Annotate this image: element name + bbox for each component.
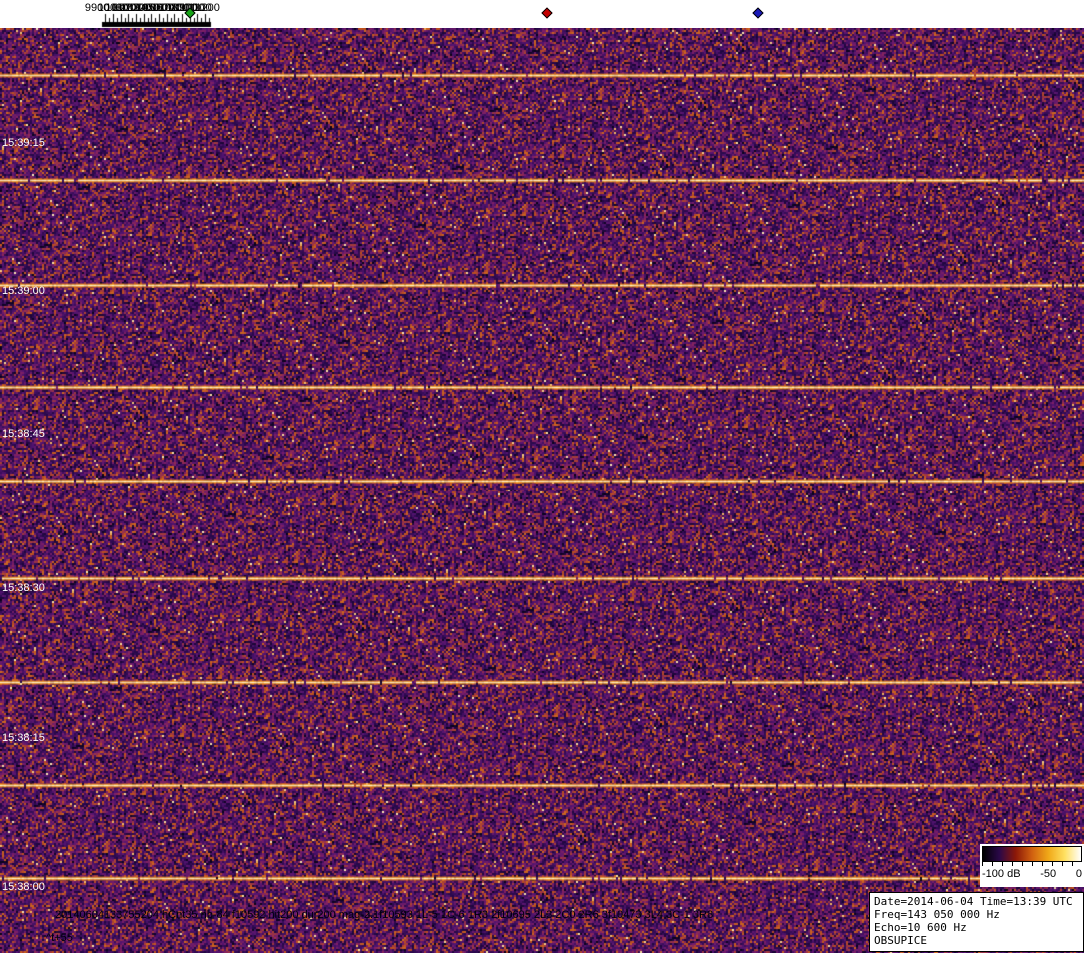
- colorbar: -100 dB -50 0: [980, 844, 1084, 887]
- info-station-line: OBSUPICE: [874, 934, 927, 947]
- cursor-readout-text: ^t+55: [46, 932, 73, 944]
- frequency-ruler[interactable]: 9900 Hz 10000 10100 10200 10300 10400 10500 106…: [0, 0, 1084, 28]
- info-date-line: Date=2014-06-04 Time=13:39 UTC: [874, 895, 1073, 908]
- blue-freq-marker[interactable]: [752, 7, 764, 19]
- detection-status-text: 20140604133755204 hCnt35 nb-84 f10592 hi…: [55, 909, 714, 921]
- colorbar-gradient: [982, 846, 1082, 862]
- red-freq-marker[interactable]: [541, 7, 553, 19]
- observation-info-box: Date=2014-06-04 Time=13:39 UTC Freq=143 …: [869, 892, 1084, 952]
- spectrogram-canvas[interactable]: [0, 28, 1084, 953]
- colorbar-min-label: -100 dB: [982, 868, 1021, 880]
- frequency-ruler-labels: 9900 Hz 10000 10100 10200 10300 10400 10500 106…: [0, 0, 1084, 28]
- colorbar-mid-label: -50: [1040, 868, 1057, 880]
- colorbar-max-label: 0: [1075, 868, 1082, 880]
- colorbar-ticks: [982, 862, 1082, 866]
- meteor-echo-spectrogram-window: 9900 Hz 10000 10100 10200 10300 10400 10500 106…: [0, 0, 1084, 953]
- colorbar-labels: -100 dB -50 0: [982, 868, 1082, 880]
- info-echo-line: Echo=10 600 Hz: [874, 921, 967, 934]
- info-freq-line: Freq=143 050 000 Hz: [874, 908, 1000, 921]
